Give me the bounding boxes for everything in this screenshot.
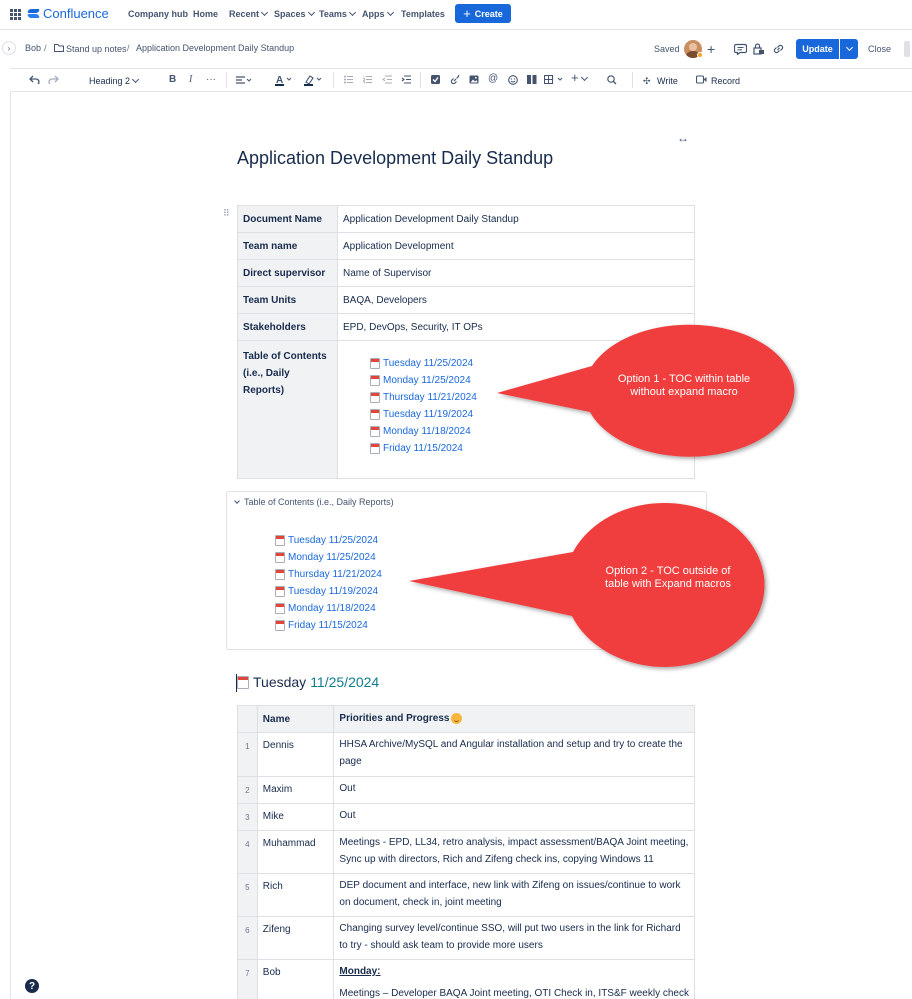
heading-day: Tuesday: [253, 674, 307, 690]
progress-cell[interactable]: DEP document and interface, new link wit…: [333, 873, 695, 917]
table-row: 4 Muhammad Meetings - EPD, LL34, retro a…: [237, 830, 695, 874]
row-number: 5: [237, 873, 258, 917]
progress-cell[interactable]: Meetings - EPD, LL34, retro analysis, im…: [333, 830, 695, 874]
progress-column-header[interactable]: Priorities and Progress: [333, 705, 695, 733]
table-row: 6 Zifeng Changing survey level/continue …: [237, 916, 695, 960]
table-row: 3 Mike Out: [237, 803, 695, 831]
table-header-row: Name Priorities and Progress: [237, 705, 695, 733]
help-icon[interactable]: ?: [25, 979, 39, 993]
daily-report-heading[interactable]: Tuesday 11/25/2024: [237, 674, 379, 690]
row-number: 4: [237, 830, 258, 874]
member-name[interactable]: Rich: [256, 873, 335, 917]
table-row: 1 Dennis HHSA Archive/MySQL and Angular …: [237, 732, 695, 777]
callout-line: table with Expand macros: [605, 578, 731, 590]
callout-line: Option 1 - TOC within table: [617, 373, 751, 385]
callout-line: without expand macro: [630, 386, 738, 398]
name-column-header[interactable]: Name: [256, 705, 335, 733]
member-name[interactable]: Zifeng: [256, 916, 335, 960]
member-name[interactable]: Mike: [256, 803, 335, 831]
progress-cell[interactable]: Monday: Meetings – Developer BAQA Joint …: [333, 959, 695, 999]
heading-date: 11/25/2024: [310, 674, 380, 690]
member-name[interactable]: Dennis: [256, 732, 335, 777]
progress-cell[interactable]: HHSA Archive/MySQL and Angular installat…: [333, 732, 695, 777]
member-name[interactable]: Muhammad: [256, 830, 335, 874]
member-name[interactable]: Maxim: [256, 776, 335, 804]
table-row: 5 Rich DEP document and interface, new l…: [237, 873, 695, 917]
row-number-header[interactable]: [237, 705, 258, 733]
member-name[interactable]: Bob: [256, 959, 335, 999]
day-subheading: Monday:: [339, 966, 381, 977]
callout-text-option-2: Option 2 - TOC outside of table with Exp…: [582, 565, 754, 591]
standup-table: Name Priorities and Progress 1 Dennis HH…: [237, 705, 695, 999]
progress-cell[interactable]: Out: [333, 803, 695, 831]
row-number: 1: [237, 732, 258, 777]
progress-header-label: Priorities and Progress: [339, 713, 450, 725]
row-number: 2: [237, 776, 258, 804]
callout-text-option-1: Option 1 - TOC within table without expa…: [596, 373, 772, 399]
progress-detail: Meetings – Developer BAQA Joint meeting,…: [339, 988, 689, 999]
calendar-icon: [237, 675, 249, 689]
table-row: 2 Maxim Out: [237, 776, 695, 804]
callout-line: Option 2 - TOC outside of: [605, 565, 731, 577]
row-number: 3: [237, 803, 258, 831]
progress-cell[interactable]: Changing survey level/continue SSO, will…: [333, 916, 695, 960]
smile-emoji-icon: [451, 713, 463, 725]
table-row: 7 Bob Monday: Meetings – Developer BAQA …: [237, 959, 695, 999]
row-number: 7: [237, 959, 258, 999]
progress-cell[interactable]: Out: [333, 776, 695, 804]
row-number: 6: [237, 916, 258, 960]
